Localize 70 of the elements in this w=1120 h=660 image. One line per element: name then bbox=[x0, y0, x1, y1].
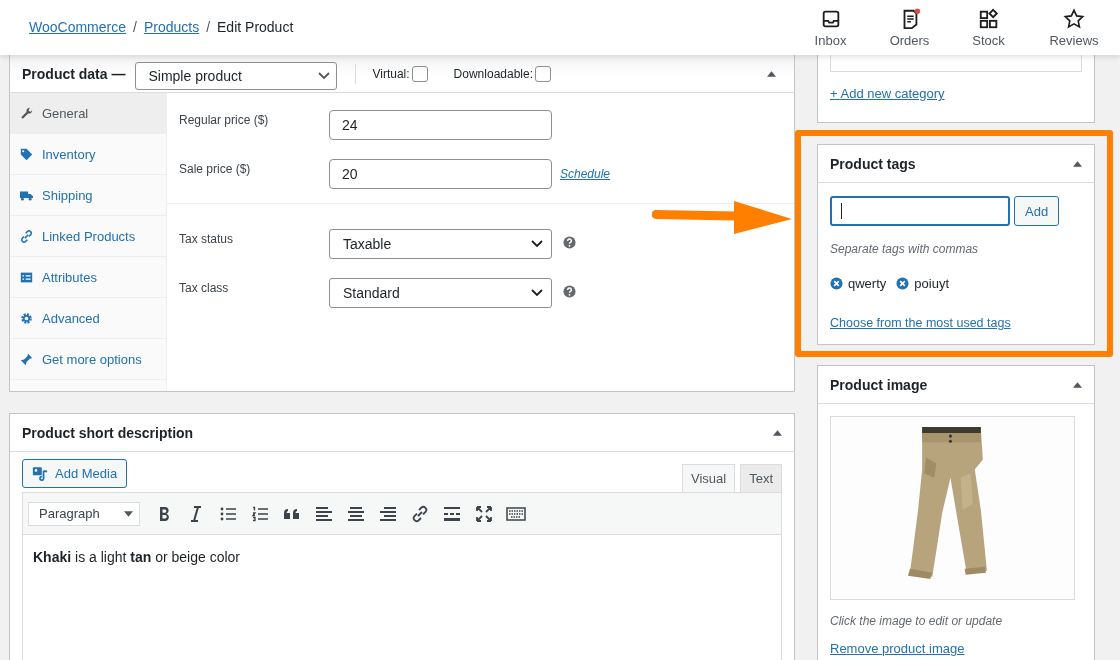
schedule-link[interactable]: Schedule bbox=[560, 166, 611, 181]
editor-tab[interactable]: Visual bbox=[681, 464, 736, 492]
editor-tab[interactable]: Text bbox=[740, 464, 782, 492]
dropdown-select[interactable]: Taxable bbox=[329, 228, 552, 259]
collapse-icon[interactable] bbox=[773, 429, 782, 436]
panel-title: Product image bbox=[830, 376, 928, 393]
collapse-icon[interactable] bbox=[1073, 381, 1082, 388]
dropdown-select[interactable]: Standard bbox=[329, 277, 552, 308]
panel-tab[interactable]: Attributes bbox=[10, 257, 166, 298]
price-field[interactable]: 24 bbox=[329, 109, 552, 140]
panel-title: Product tags bbox=[830, 155, 916, 172]
breadcrumb-link[interactable]: WooCommerce bbox=[29, 19, 126, 35]
gear-icon bbox=[20, 311, 33, 325]
panel-tab[interactable]: Get more options bbox=[10, 339, 166, 380]
checkbox[interactable] bbox=[411, 65, 428, 82]
help-icon[interactable] bbox=[563, 285, 576, 298]
media-icon bbox=[32, 466, 48, 481]
chevron-icon bbox=[318, 71, 331, 80]
breadcrumb-separator: / bbox=[206, 19, 211, 35]
panel-tab[interactable]: Advanced bbox=[10, 298, 166, 339]
field-label: Regular price ($) bbox=[179, 112, 270, 127]
header-action-button[interactable]: Inbox bbox=[791, 0, 870, 55]
breadcrumb-current: Edit Product bbox=[217, 19, 294, 35]
header-action-button[interactable]: Reviews bbox=[1028, 0, 1120, 55]
breadcrumb-link[interactable]: Products bbox=[143, 19, 200, 35]
price-field[interactable]: 20 bbox=[329, 158, 552, 189]
plug-icon bbox=[20, 352, 33, 366]
chevron-icon bbox=[531, 288, 543, 297]
panel-title: Product short description bbox=[22, 424, 194, 441]
panel-tab[interactable]: General bbox=[10, 93, 166, 134]
header-action-button[interactable]: Stock bbox=[949, 0, 1028, 55]
tag-label: poiuyt bbox=[914, 276, 949, 291]
collapse-icon[interactable] bbox=[1073, 160, 1082, 167]
help-icon[interactable] bbox=[563, 236, 576, 249]
panel-tab[interactable]: Linked Products bbox=[10, 216, 166, 257]
panel-tab[interactable]: Inventory bbox=[10, 134, 166, 175]
field-label: Tax class bbox=[179, 280, 230, 295]
chevron-icon bbox=[531, 239, 543, 248]
truck-icon bbox=[20, 188, 33, 202]
wrench-icon bbox=[20, 106, 33, 120]
breadcrumb-separator: / bbox=[133, 19, 137, 35]
format-select[interactable]: Paragraph bbox=[28, 501, 140, 526]
add-category-link[interactable]: + Add new category bbox=[830, 86, 945, 101]
remove-image-link[interactable]: Remove product image bbox=[830, 641, 965, 656]
hint-text: Separate tags with commas bbox=[830, 242, 980, 256]
list-icon bbox=[20, 270, 33, 284]
panel-title: Product data — bbox=[22, 65, 126, 82]
link-icon bbox=[20, 229, 33, 243]
remove-tag-icon[interactable] bbox=[830, 277, 843, 290]
remove-tag-icon[interactable] bbox=[896, 277, 910, 290]
field-label: Sale price ($) bbox=[179, 161, 252, 176]
option-label: Virtual: bbox=[372, 66, 410, 81]
tag-icon bbox=[20, 147, 33, 161]
add-button[interactable]: Add bbox=[1014, 196, 1060, 226]
checkbox[interactable] bbox=[535, 65, 551, 82]
panel-tab[interactable]: Shipping bbox=[10, 175, 166, 216]
collapse-icon[interactable] bbox=[767, 70, 776, 77]
caret-icon bbox=[124, 510, 133, 517]
field-label: Tax status bbox=[179, 231, 235, 246]
product-type-select[interactable]: Simple product bbox=[135, 61, 338, 90]
link-icon[interactable] bbox=[410, 503, 430, 524]
header-action-button[interactable]: Orders bbox=[870, 0, 949, 55]
add-media-button[interactable]: Add Media bbox=[22, 459, 128, 488]
hint-text: Click the image to edit or update bbox=[830, 614, 1004, 628]
fullscreen-icon[interactable] bbox=[474, 503, 494, 524]
description-text: Khaki is a light tan or beige color bbox=[33, 549, 241, 565]
most-used-tags-link[interactable]: Choose from the most used tags bbox=[830, 316, 1011, 330]
tag-label: qwerty bbox=[848, 276, 887, 291]
option-label: Downloadable: bbox=[453, 66, 533, 81]
tag-input-field[interactable] bbox=[830, 196, 1010, 226]
